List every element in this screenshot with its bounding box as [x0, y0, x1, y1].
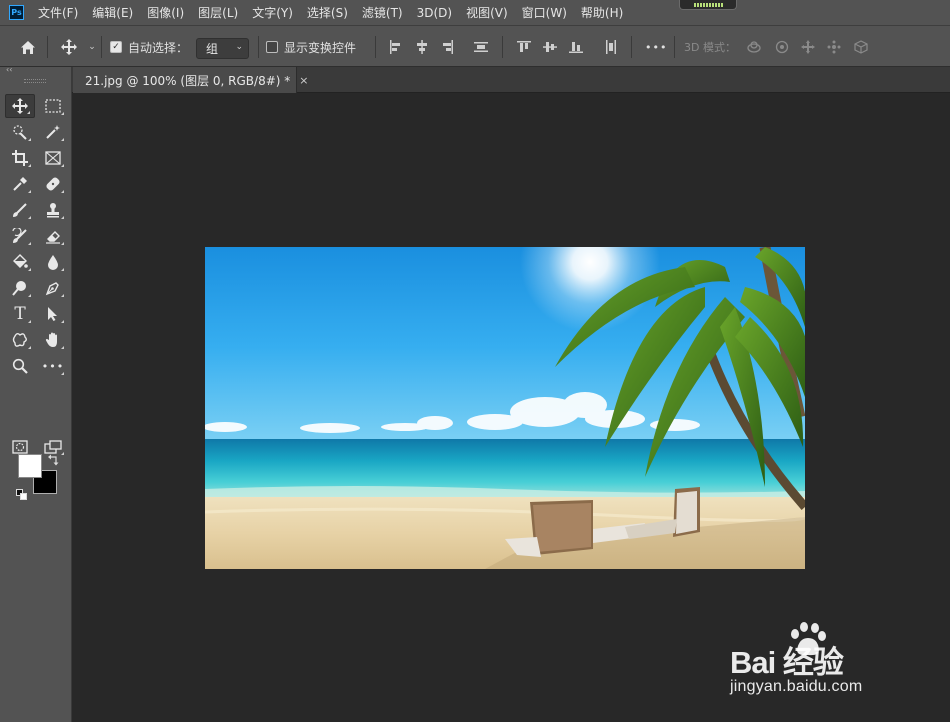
align-right-edges-icon[interactable]: [439, 39, 455, 55]
show-transform-controls-checkbox[interactable]: 显示变换控件: [266, 26, 356, 68]
auto-select-checkbox[interactable]: ✓ 自动选择：: [110, 26, 188, 68]
eraser-tool-icon[interactable]: [38, 224, 68, 248]
collapse-panel-icon[interactable]: ‹‹: [6, 66, 66, 76]
pen-tool-icon[interactable]: [38, 276, 68, 300]
more-options-button[interactable]: •••: [645, 26, 667, 68]
align-vertical-centers-icon[interactable]: [542, 39, 558, 55]
window-control-indicator[interactable]: [679, 0, 737, 10]
baidu-jingyan-watermark: Bai 经验 jingyan.baidu.com: [730, 622, 930, 700]
align-horizontal-centers-icon[interactable]: [414, 39, 430, 55]
3d-scale-icon[interactable]: [853, 39, 869, 55]
default-colors-icon[interactable]: [16, 485, 27, 500]
move-tool-icon[interactable]: [5, 94, 35, 118]
3d-orbit-icon[interactable]: [746, 39, 762, 55]
menu-view[interactable]: 视图(V): [466, 4, 508, 21]
tab-document-21jpg[interactable]: 21.jpg @ 100% (图层 0, RGB/8#) * ×: [73, 67, 308, 93]
photoshop-logo: Ps: [9, 5, 24, 20]
menu-type[interactable]: 文字(Y): [252, 4, 293, 21]
home-icon[interactable]: [20, 39, 36, 55]
hand-tool-icon[interactable]: [38, 328, 68, 352]
menu-filter[interactable]: 滤镜(T): [362, 4, 403, 21]
3d-mode-label: 3D 模式：: [684, 41, 736, 54]
menu-select[interactable]: 选择(S): [307, 4, 348, 21]
paint-bucket-tool-icon[interactable]: [5, 250, 35, 274]
menu-edit[interactable]: 编辑(E): [92, 4, 133, 21]
auto-select-check-icon[interactable]: ✓: [110, 41, 122, 53]
eyedropper-tool-icon[interactable]: [5, 172, 35, 196]
magic-wand-tool-icon[interactable]: [38, 120, 68, 144]
distribute-vertical-icon[interactable]: [473, 39, 489, 55]
watermark-brand: Bai 经验: [730, 645, 844, 680]
menu-window[interactable]: 窗口(W): [522, 4, 567, 21]
menu-3d[interactable]: 3D(D): [417, 6, 452, 20]
foreground-color-swatch[interactable]: [18, 454, 42, 478]
path-selection-tool-icon[interactable]: [38, 302, 68, 326]
menu-bar: Ps 文件(F) 编辑(E) 图像(I) 图层(L) 文字(Y) 选择(S) 滤…: [0, 0, 950, 25]
crop-tool-icon[interactable]: [5, 146, 35, 170]
custom-shape-tool-icon[interactable]: [5, 328, 35, 352]
chevron-down-icon[interactable]: ⌄: [84, 39, 100, 55]
menu-help[interactable]: 帮助(H): [581, 4, 623, 21]
panel-grip[interactable]: [24, 79, 46, 83]
frame-tool-icon[interactable]: [38, 146, 68, 170]
align-left-edges-icon[interactable]: [388, 39, 404, 55]
menu-layer[interactable]: 图层(L): [198, 4, 238, 21]
close-icon[interactable]: ×: [299, 74, 308, 87]
dodge-tool-icon[interactable]: [5, 276, 35, 300]
quick-selection-tool-icon[interactable]: [5, 120, 35, 144]
edit-toolbar-icon[interactable]: •••: [38, 354, 68, 378]
blur-tool-icon[interactable]: [38, 250, 68, 274]
align-bottom-edges-icon[interactable]: [568, 39, 584, 55]
brush-tool-icon[interactable]: [5, 198, 35, 222]
auto-select-target-select[interactable]: 组 ⌄: [196, 38, 249, 59]
watermark-url: jingyan.baidu.com: [730, 678, 863, 695]
document-canvas-image[interactable]: [205, 247, 805, 569]
show-transform-label: 显示变换控件: [284, 40, 357, 55]
document-tab-bar: 21.jpg @ 100% (图层 0, RGB/8#) * ×: [72, 67, 950, 93]
move-tool-preset-icon[interactable]: [61, 39, 77, 55]
type-tool-icon[interactable]: T: [5, 302, 35, 326]
3d-roll-icon[interactable]: [774, 39, 790, 55]
menu-file[interactable]: 文件(F): [38, 4, 78, 21]
show-transform-check-icon[interactable]: [266, 41, 278, 53]
zoom-tool-icon[interactable]: [5, 354, 35, 378]
tab-title: 21.jpg @ 100% (图层 0, RGB/8#) *: [85, 73, 291, 88]
align-top-edges-icon[interactable]: [516, 39, 532, 55]
3d-pan-icon[interactable]: [800, 39, 816, 55]
clone-stamp-tool-icon[interactable]: [38, 198, 68, 222]
chevron-down-icon: ⌄: [235, 42, 243, 52]
auto-select-label: 自动选择：: [128, 40, 189, 55]
rectangular-marquee-tool-icon[interactable]: [38, 94, 68, 118]
options-bar: ⌄ ✓ 自动选择： 组 ⌄ 显示变换控件 ••• 3D 模式：: [0, 25, 950, 67]
history-brush-tool-icon[interactable]: [5, 224, 35, 248]
screen-mode-icon[interactable]: [38, 436, 68, 458]
3d-slide-icon[interactable]: [826, 39, 842, 55]
tools-panel: ‹‹ T •••: [0, 66, 72, 722]
menu-image[interactable]: 图像(I): [147, 4, 184, 21]
auto-select-target-value: 组: [206, 42, 219, 56]
spot-healing-brush-tool-icon[interactable]: [38, 172, 68, 196]
distribute-horizontal-icon[interactable]: [603, 39, 619, 55]
